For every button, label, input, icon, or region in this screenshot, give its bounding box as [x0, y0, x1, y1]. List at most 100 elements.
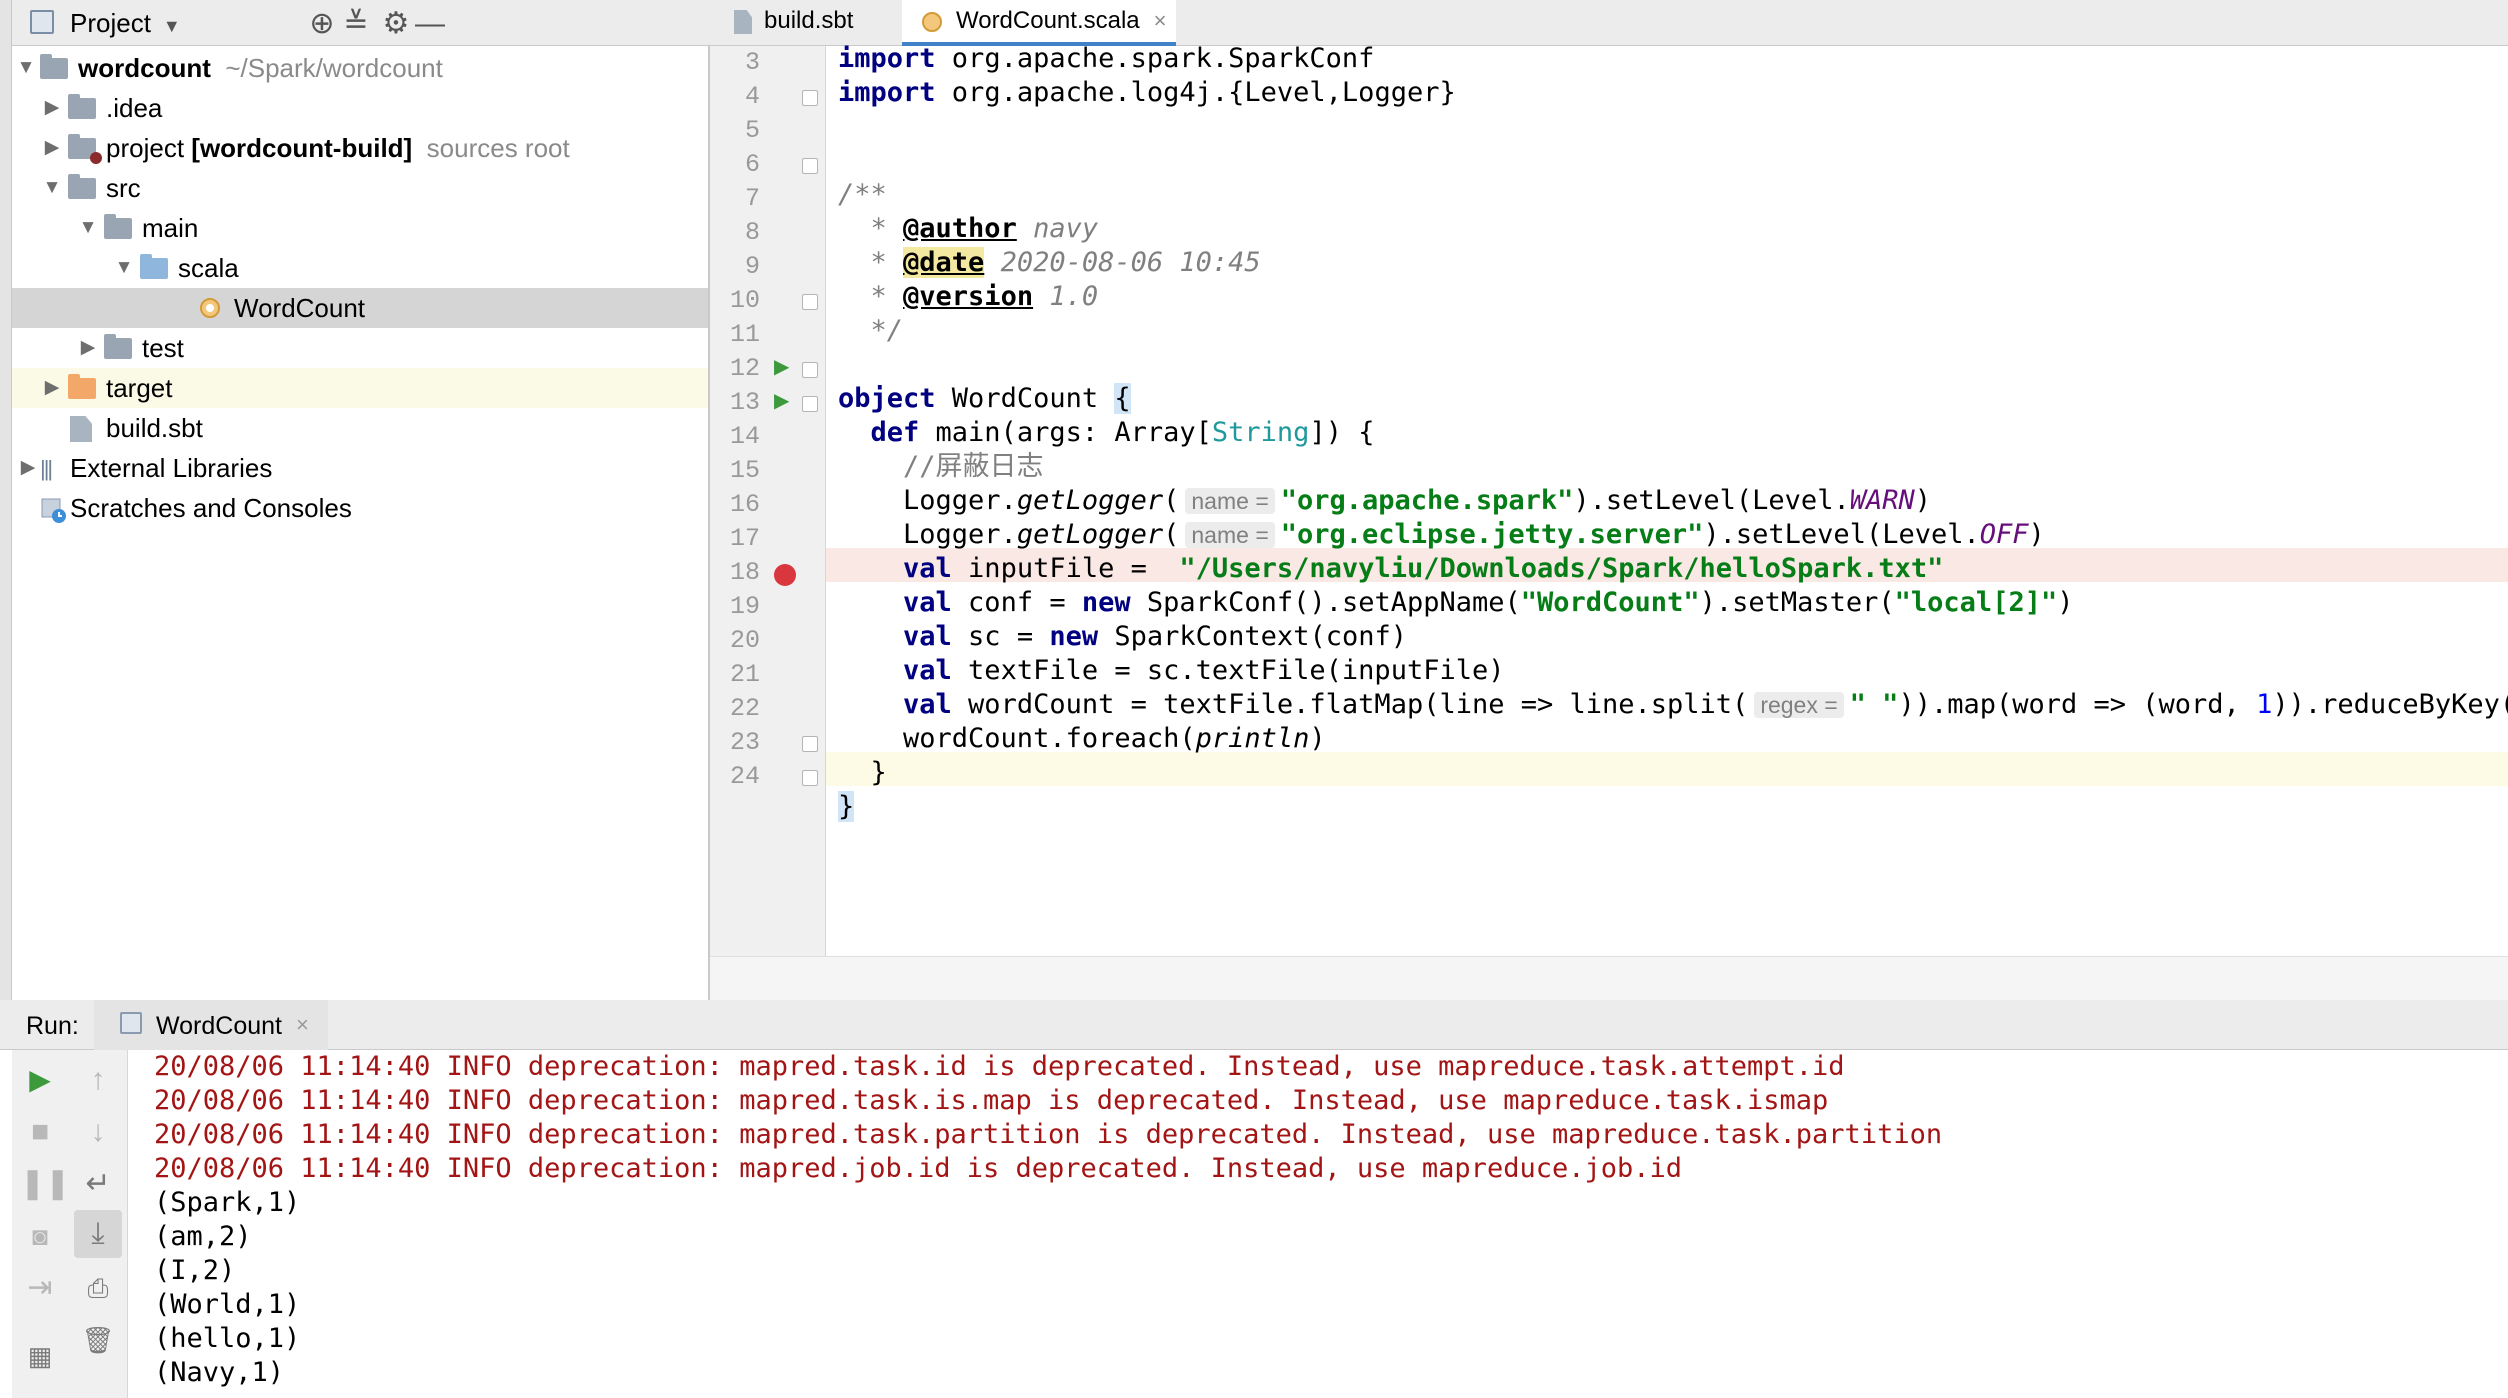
run-toolbar: ▶ ↑ ■ ↓ ❚❚ ↵ ◙ ⤓ ⇥ ⎙ 🗑 ▦	[12, 1050, 128, 1398]
breakpoint-icon[interactable]	[774, 564, 796, 586]
tool-window-strip	[0, 0, 12, 1000]
stop-icon[interactable]: ■	[20, 1112, 60, 1152]
fold-icon[interactable]	[802, 396, 818, 412]
module-dot-icon	[90, 152, 102, 164]
minimize-icon[interactable]: —	[412, 6, 448, 42]
tree-item-label: External Libraries	[70, 453, 273, 483]
line-number: 4	[744, 82, 760, 111]
up-arrow-icon[interactable]: ↑	[78, 1060, 118, 1100]
console-line: (Navy,1)	[154, 1357, 285, 1388]
camera-icon[interactable]: ◙	[20, 1216, 60, 1256]
run-panel-header	[0, 1000, 2508, 1050]
fold-icon[interactable]	[802, 294, 818, 310]
scroll-to-end-icon[interactable]: ⤓	[74, 1210, 122, 1258]
line-number: 11	[729, 320, 760, 349]
run-panel-title: Run:	[26, 1012, 79, 1040]
tree-item-scratches[interactable]: Scratches and Consoles	[12, 488, 708, 528]
code-line-13: def main(args: Array[String]) {	[838, 417, 1375, 448]
console-line: (am,2)	[154, 1221, 252, 1252]
console-output[interactable]: 20/08/06 11:14:40 INFO deprecation: mapr…	[154, 1050, 2508, 1398]
tree-item-main[interactable]: ▼ main	[12, 208, 708, 248]
scratches-icon	[40, 496, 68, 524]
project-view-selector[interactable]: Project ▼	[70, 8, 181, 39]
tree-item-idea[interactable]: ▶ .idea	[12, 88, 708, 128]
tree-item-target[interactable]: ▶ target	[12, 368, 708, 408]
gear-icon[interactable]: ⚙	[378, 6, 414, 42]
line-number: 8	[744, 218, 760, 247]
line-number: 24	[729, 762, 760, 791]
line-number: 20	[729, 626, 760, 655]
print-icon[interactable]: ⎙	[78, 1268, 118, 1308]
code-line-14: //屏蔽日志	[838, 451, 1044, 482]
layout-icon[interactable]: ▦	[20, 1336, 60, 1376]
line-number: 17	[729, 524, 760, 553]
pause-icon[interactable]: ❚❚	[20, 1164, 70, 1204]
line-number: 23	[729, 728, 760, 757]
console-line: 20/08/06 11:14:40 INFO deprecation: mapr…	[154, 1051, 1845, 1082]
folder-icon	[104, 334, 132, 359]
console-line: (I,2)	[154, 1255, 236, 1286]
tab-build-sbt[interactable]: build.sbt	[710, 0, 896, 46]
tab-label: WordCount.scala	[956, 7, 1140, 34]
tree-item-src[interactable]: ▼ src	[12, 168, 708, 208]
code-line-15: Logger.getLogger(name = "org.apache.spark…	[838, 485, 1931, 516]
tree-item-test[interactable]: ▶ test	[12, 328, 708, 368]
sbt-file-icon	[734, 10, 752, 34]
trash-icon[interactable]: 🗑	[78, 1320, 118, 1360]
line-number: 14	[729, 422, 760, 451]
tree-item-wordcount[interactable]: ▼ wordcount ~/Spark/wordcount	[12, 48, 708, 88]
tree-item-project[interactable]: ▶ project [wordcount-build] sources root	[12, 128, 708, 168]
line-number: 22	[729, 694, 760, 723]
tree-item-scala[interactable]: ▼ scala	[12, 248, 708, 288]
editor-tab-bar: build.sbt WordCount.scala ×	[710, 0, 2508, 46]
fold-icon[interactable]	[802, 736, 818, 752]
fold-icon[interactable]	[802, 158, 818, 174]
login-icon[interactable]: ⇥	[20, 1268, 60, 1308]
line-number: 6	[744, 150, 760, 179]
line-number: 21	[729, 660, 760, 689]
collapse-all-icon[interactable]: ≚	[338, 6, 374, 42]
line-number: 9	[744, 252, 760, 281]
chevron-down-icon: ▼	[162, 16, 181, 36]
tab-wordcount-scala[interactable]: WordCount.scala ×	[902, 0, 1176, 46]
console-line: 20/08/06 11:14:40 INFO deprecation: mapr…	[154, 1153, 1683, 1184]
tree-item-label: target	[106, 373, 173, 403]
run-gutter-icon[interactable]: ▶	[774, 388, 789, 413]
line-number: 3	[744, 48, 760, 77]
close-icon[interactable]: ×	[1154, 8, 1167, 33]
tree-item-label: build.sbt	[106, 413, 203, 443]
line-number: 5	[744, 116, 760, 145]
fold-icon[interactable]	[802, 362, 818, 378]
run-gutter-icon[interactable]: ▶	[774, 354, 789, 379]
soft-wrap-icon[interactable]: ↵	[78, 1164, 118, 1204]
code-line-12: object WordCount {	[838, 383, 1131, 414]
tree-item-wordcount-object[interactable]: WordCount	[12, 288, 708, 328]
run-tab-label: WordCount	[156, 1012, 282, 1040]
code-line-18: val conf = new SparkConf().setAppName("W…	[838, 587, 2074, 618]
fold-icon[interactable]	[802, 770, 818, 786]
tree-item-external-libraries[interactable]: ▶ ||| External Libraries	[12, 448, 708, 488]
locate-icon[interactable]: ⊕	[304, 6, 340, 42]
line-number: 13	[729, 388, 760, 417]
code-editor[interactable]: import org.apache.spark.SparkConf import…	[826, 43, 2508, 956]
line-number: 19	[729, 592, 760, 621]
line-number: 10	[729, 286, 760, 315]
scala-object-icon	[922, 12, 942, 32]
tree-item-build-sbt[interactable]: build.sbt	[12, 408, 708, 448]
expand-arrow-icon: ▼	[114, 257, 134, 278]
tree-item-module: [wordcount-build]	[191, 133, 413, 163]
code-line-23: }	[838, 757, 887, 788]
close-icon[interactable]: ×	[296, 1012, 309, 1038]
console-line: (World,1)	[154, 1289, 301, 1320]
rerun-icon[interactable]: ▶	[20, 1060, 60, 1100]
tree-item-note: sources root	[426, 133, 570, 163]
fold-icon[interactable]	[802, 90, 818, 106]
code-line-20: val textFile = sc.textFile(inputFile)	[838, 655, 1505, 686]
tree-item-label: wordcount	[78, 53, 211, 83]
tree-item-label: src	[106, 173, 141, 203]
project-title: Project	[70, 8, 151, 38]
tree-item-label: Scratches and Consoles	[70, 493, 352, 523]
folder-icon	[68, 174, 96, 199]
collapsed-arrow-icon: ▶	[44, 377, 60, 398]
down-arrow-icon[interactable]: ↓	[78, 1112, 118, 1152]
